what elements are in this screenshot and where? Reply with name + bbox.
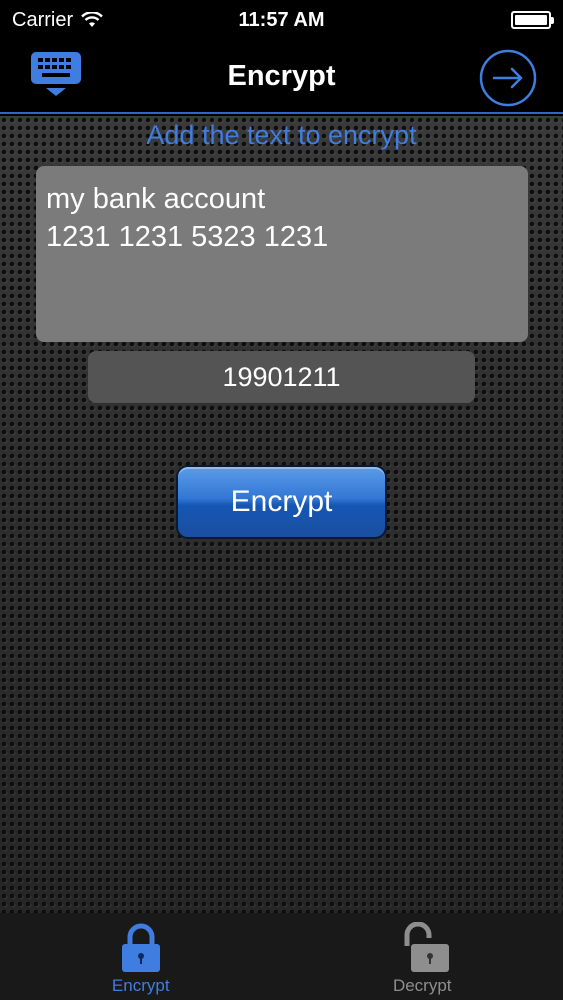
main-content: Add the text to encrypt my bank account … xyxy=(0,116,563,913)
battery-icon xyxy=(511,11,554,29)
status-left: Carrier xyxy=(12,9,103,32)
tab-encrypt[interactable]: Encrypt xyxy=(0,913,282,1000)
lock-open-icon xyxy=(404,922,450,972)
carrier-label: Carrier xyxy=(12,8,74,31)
keyboard-icon xyxy=(31,52,81,96)
page-title: Encrypt xyxy=(227,59,336,92)
tab-encrypt-label: Encrypt xyxy=(111,976,170,995)
wifi-icon xyxy=(81,12,103,27)
plaintext-input[interactable]: my bank account 1231 1231 5323 1231 xyxy=(36,166,528,342)
instruction-label: Add the text to encrypt xyxy=(146,120,417,150)
arrow-right-circle-icon xyxy=(479,49,537,107)
keyboard-button[interactable] xyxy=(28,50,84,98)
lock-closed-icon xyxy=(121,923,160,972)
next-button[interactable] xyxy=(479,49,537,107)
key-input[interactable]: 19901211 xyxy=(88,351,475,403)
tab-decrypt[interactable]: Decrypt xyxy=(282,913,563,1000)
tab-bar: Encrypt Decrypt xyxy=(0,913,563,1000)
navigation-bar: Encrypt xyxy=(0,40,563,114)
encrypt-button[interactable]: Encrypt xyxy=(176,465,387,539)
status-bar: Carrier 11:57 AM xyxy=(0,0,563,40)
tab-decrypt-label: Decrypt xyxy=(392,976,452,995)
